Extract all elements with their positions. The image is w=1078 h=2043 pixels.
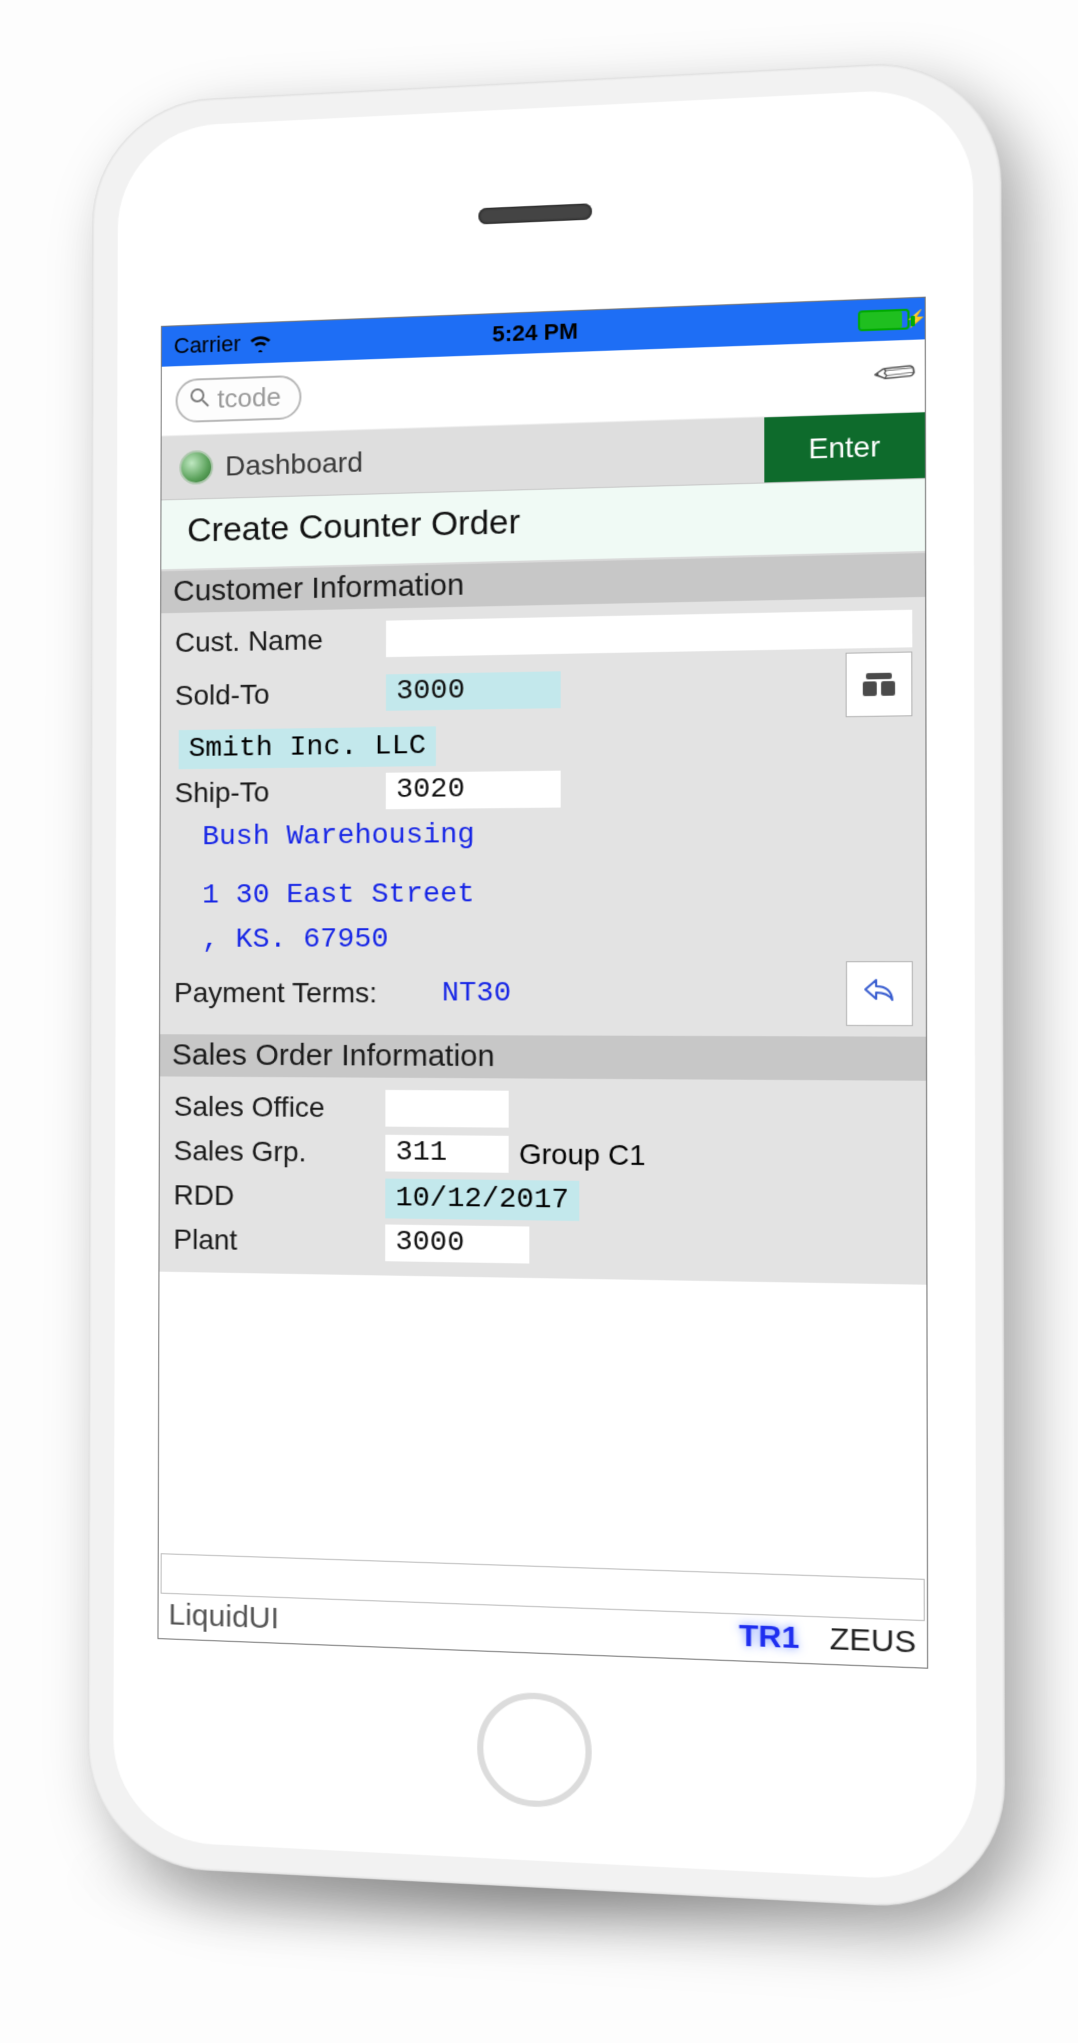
globe-icon [179,449,213,484]
phone-speaker [478,203,592,224]
dashboard-label: Dashboard [225,446,363,482]
plant-field[interactable]: 3000 [385,1224,529,1263]
sold-to-name: Smith Inc. LLC [179,726,437,769]
screen: Carrier 5:24 PM ⚡ tcode [157,297,928,1669]
carrier-label: Carrier [174,330,273,360]
battery-icon: ⚡ [858,309,910,332]
enter-button[interactable]: Enter [764,412,925,482]
sales-office-field[interactable] [385,1090,508,1128]
sales-group-label: Sales Grp. [174,1135,376,1169]
rdd-label: RDD [174,1179,376,1214]
sales-group-name: Group C1 [519,1138,646,1172]
server-label[interactable]: ZEUS [830,1622,917,1661]
reply-arrow-icon [863,976,895,1012]
home-button[interactable] [477,1691,592,1810]
cust-name-field[interactable] [386,610,912,657]
tcode-input[interactable]: tcode [176,374,302,422]
plant-label: Plant [173,1223,375,1259]
sales-section-header: Sales Order Information [160,1034,926,1081]
search-sold-to-button[interactable] [846,651,913,717]
wand-icon[interactable]: 🖉 [862,345,924,407]
phone-bezel: Carrier 5:24 PM ⚡ tcode [113,86,976,1883]
sales-office-label: Sales Office [174,1091,375,1125]
wifi-icon [249,332,273,359]
carrier-text: Carrier [174,331,241,359]
phone-frame: Carrier 5:24 PM ⚡ tcode [87,58,1005,1912]
payment-action-button[interactable] [846,961,913,1026]
payment-terms-value: NT30 [442,977,511,1009]
ship-to-label: Ship-To [175,775,376,809]
system-code[interactable]: TR1 [739,1619,800,1657]
ship-to-field[interactable]: 3020 [386,771,561,810]
search-icon [189,387,209,414]
tcode-placeholder: tcode [217,382,281,415]
ship-to-name: Bush Warehousing [192,815,485,857]
brand-label: LiquidUI [168,1598,279,1637]
address-line-2: , KS. 67950 [192,919,399,959]
sales-group-field[interactable]: 311 [385,1135,508,1173]
sold-to-label: Sold-To [175,677,376,713]
footer-area: LiquidUI TR1 ZEUS [158,1549,927,1668]
address-line-1: 1 30 East Street [192,874,485,915]
status-time: 5:24 PM [492,318,578,348]
cust-name-label: Cust. Name [175,623,376,659]
binoculars-icon [863,673,895,696]
sales-section: Sales Office Sales Grp. 311 Group C1 RDD… [159,1076,926,1284]
sold-to-field[interactable]: 3000 [386,671,561,711]
payment-terms-label: Payment Terms: [174,977,432,1010]
customer-section: Cust. Name Sold-To 3000 Smith Inc. LLC [160,597,926,1037]
rdd-field[interactable]: 10/12/2017 [385,1178,579,1220]
